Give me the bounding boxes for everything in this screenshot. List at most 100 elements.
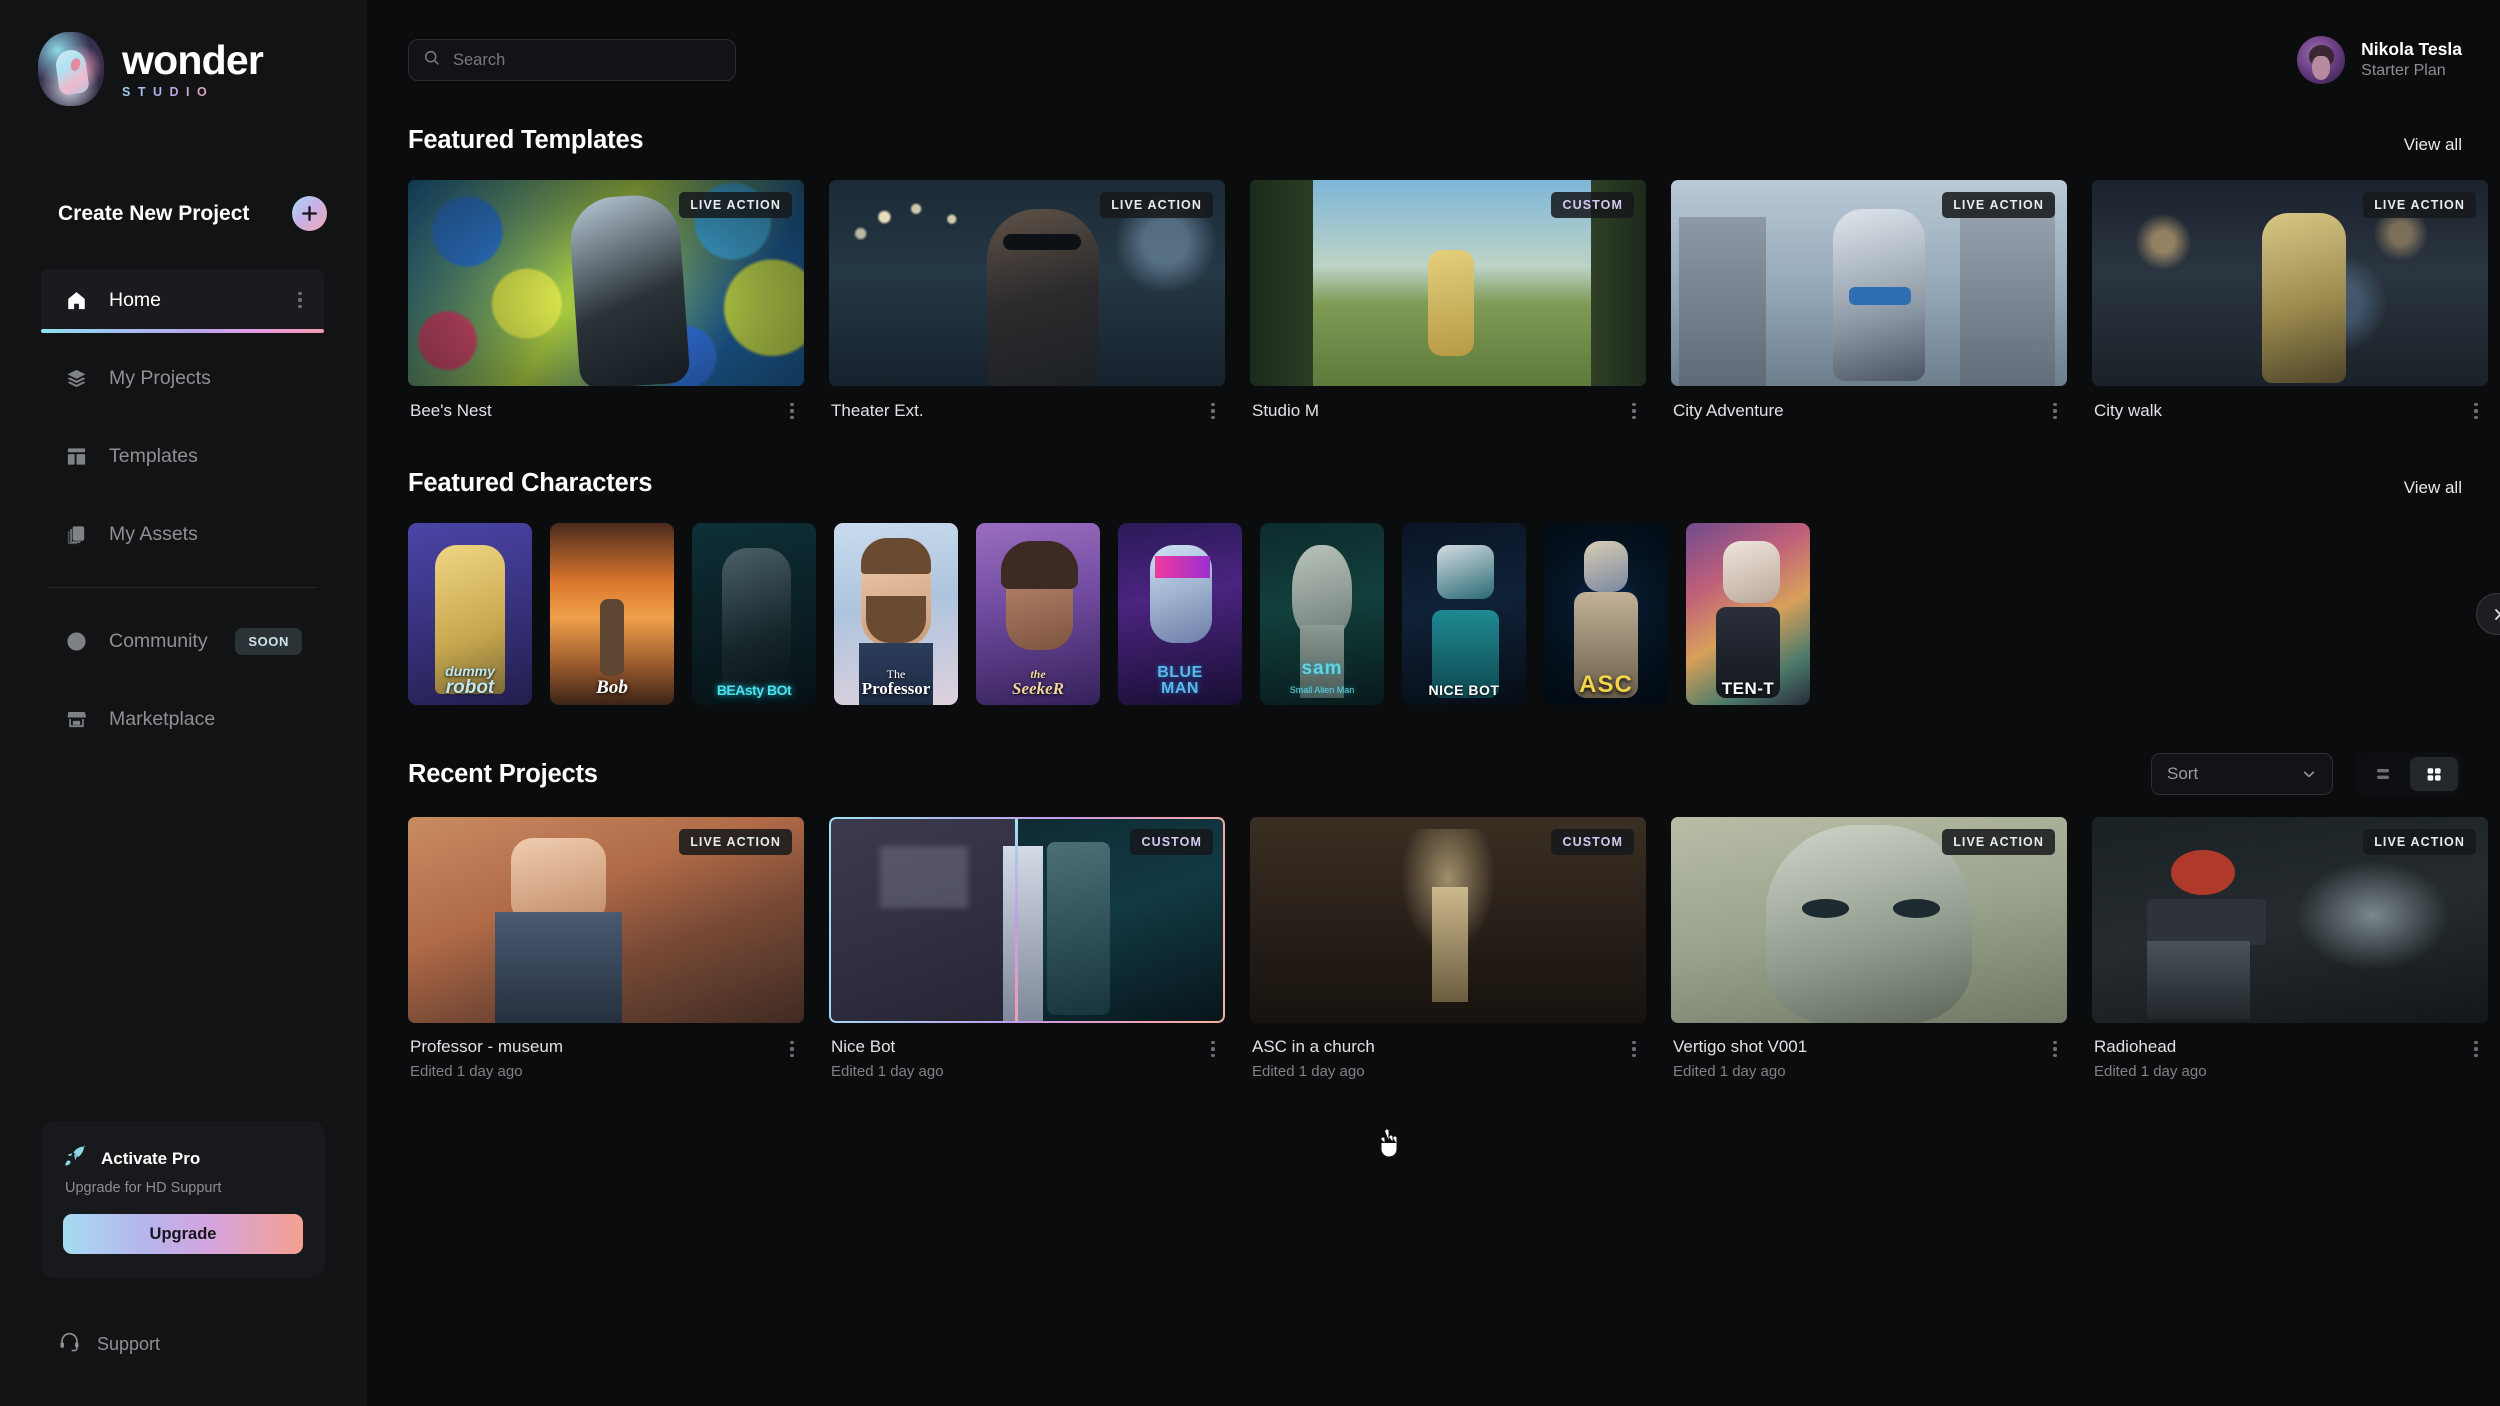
thumbnail-robot (1046, 841, 1111, 1015)
kebab-menu-icon[interactable] (2045, 1037, 2065, 1061)
before-after-divider[interactable] (1015, 817, 1018, 1023)
kebab-menu-icon[interactable] (782, 1037, 802, 1061)
sidebar-item-my-assets[interactable]: My Assets (41, 503, 324, 565)
template-thumbnail[interactable]: LIVE ACTION (1671, 180, 2067, 386)
characters-next-button[interactable] (2476, 593, 2500, 635)
project-thumbnail[interactable]: CUSTOM (829, 817, 1225, 1023)
kebab-menu-icon[interactable] (1624, 399, 1644, 423)
character-subject (1436, 544, 1494, 600)
thumbnail-alien (1766, 825, 1972, 1023)
project-meta: Professor - museum Edited 1 day ago (408, 1023, 804, 1080)
sidebar-item-home-menu[interactable] (290, 288, 310, 312)
project-thumbnail[interactable]: LIVE ACTION (408, 817, 804, 1023)
character-card[interactable]: BEAsty BOt (692, 523, 816, 705)
kebab-menu-icon[interactable] (1203, 399, 1223, 423)
featured-templates-header: Featured Templates View all (408, 126, 2500, 155)
sidebar-item-home[interactable]: Home (41, 269, 324, 333)
user-profile[interactable]: Nikola Tesla Starter Plan (2297, 36, 2462, 84)
upgrade-button[interactable]: Upgrade (63, 1214, 303, 1254)
kebab-menu-icon[interactable] (2466, 399, 2486, 423)
project-subtitle: Edited 1 day ago (410, 1063, 523, 1080)
template-grid-icon (63, 443, 89, 469)
character-card[interactable]: the SeekeR (976, 523, 1100, 705)
character-caption-main: TEN-T (1721, 679, 1775, 698)
kebab-menu-icon[interactable] (1203, 1037, 1223, 1061)
template-card[interactable]: LIVE ACTION City walk (2092, 180, 2488, 423)
character-card[interactable]: sam Small Alien Man (1260, 523, 1384, 705)
template-thumbnail[interactable]: LIVE ACTION (2092, 180, 2488, 386)
project-name: ASC in a church (1252, 1037, 1375, 1056)
project-name: Vertigo shot V001 (1673, 1037, 1808, 1056)
template-thumbnail[interactable]: LIVE ACTION (408, 180, 804, 386)
template-card[interactable]: LIVE ACTION City Adventure (1671, 180, 2067, 423)
character-caption-top: BLUE (1157, 664, 1203, 681)
project-card[interactable]: LIVE ACTION Professor - museum Edited 1 … (408, 817, 804, 1080)
project-card[interactable]: CUSTOM ASC in a church Edited 1 day ago (1250, 817, 1646, 1080)
character-card[interactable]: NICE BOT (1402, 523, 1526, 705)
sidebar-item-marketplace[interactable]: Marketplace (41, 688, 324, 750)
project-badge: LIVE ACTION (679, 829, 792, 855)
featured-templates-section: Featured Templates View all LIVE ACTION … (366, 126, 2500, 423)
sidebar-item-community[interactable]: Community SOON (41, 610, 324, 672)
character-card[interactable]: dummy robot (408, 523, 532, 705)
support-label: Support (97, 1333, 161, 1354)
character-card[interactable]: BLUE MAN (1118, 523, 1242, 705)
template-name: City Adventure (1673, 401, 1784, 420)
character-card[interactable]: The Professor (834, 523, 958, 705)
thumbnail-alien-eye-right (1892, 899, 1941, 918)
sidebar-item-my-projects-label: My Projects (109, 366, 211, 389)
search-input[interactable] (453, 50, 721, 70)
project-subtitle: Edited 1 day ago (1252, 1063, 1365, 1080)
kebab-menu-icon[interactable] (782, 399, 802, 423)
kebab-menu-icon[interactable] (2045, 399, 2065, 423)
brand-logo[interactable]: wonder STUDIO (0, 0, 365, 106)
search-box[interactable] (408, 39, 736, 81)
create-new-project-row[interactable]: Create New Project (58, 196, 327, 231)
featured-characters-view-all[interactable]: View all (2404, 478, 2462, 498)
user-info: Nikola Tesla Starter Plan (2361, 39, 2462, 82)
thumbnail-sunglasses (1003, 233, 1082, 250)
sidebar-item-my-projects[interactable]: My Projects (41, 347, 324, 409)
recent-projects-row: LIVE ACTION Professor - museum Edited 1 … (408, 817, 2500, 1080)
project-card[interactable]: LIVE ACTION Vertigo shot V001 Edited 1 d… (1671, 817, 2067, 1080)
template-card[interactable]: LIVE ACTION Bee's Nest (408, 180, 804, 423)
kebab-menu-icon[interactable] (2466, 1037, 2486, 1061)
grid-view-button[interactable] (2410, 757, 2458, 791)
user-plan: Starter Plan (2361, 61, 2446, 79)
template-thumbnail[interactable]: LIVE ACTION (829, 180, 1225, 386)
project-badge: LIVE ACTION (2363, 829, 2476, 855)
character-caption-main: robot (445, 677, 495, 698)
project-thumbnail[interactable]: CUSTOM (1250, 817, 1646, 1023)
character-beard (866, 595, 926, 644)
character-card[interactable]: Bob (550, 523, 674, 705)
project-thumbnail[interactable]: LIVE ACTION (1671, 817, 2067, 1023)
template-card[interactable]: LIVE ACTION Theater Ext. (829, 180, 1225, 423)
thumbnail-subject-accent (1849, 287, 1912, 306)
template-name: City walk (2094, 401, 2163, 420)
project-name: Nice Bot (831, 1037, 896, 1056)
template-card[interactable]: CUSTOM Studio M (1250, 180, 1646, 423)
sidebar-item-community-label: Community (109, 629, 208, 652)
project-thumbnail[interactable]: LIVE ACTION (2092, 817, 2488, 1023)
character-card[interactable]: TEN-T (1686, 523, 1810, 705)
sort-dropdown[interactable]: Sort (2151, 753, 2333, 795)
top-bar: Nikola Tesla Starter Plan (366, 0, 2500, 84)
activate-pro-header: Activate Pro (63, 1143, 303, 1174)
featured-templates-view-all[interactable]: View all (2404, 135, 2462, 155)
character-caption-main: Small Alien Man (1289, 685, 1355, 695)
create-new-project-button[interactable] (292, 196, 327, 231)
template-thumbnail[interactable]: CUSTOM (1250, 180, 1646, 386)
brand-subword: STUDIO (122, 86, 263, 99)
project-card[interactable]: LIVE ACTION Radiohead Edited 1 day ago (2092, 817, 2488, 1080)
featured-characters-header: Featured Characters View all (408, 469, 2500, 498)
project-card[interactable]: CUSTOM Nice Bot Edited 1 day ago (829, 817, 1225, 1080)
list-view-button[interactable] (2359, 757, 2407, 791)
sidebar-item-templates[interactable]: Templates (41, 425, 324, 487)
kebab-menu-icon[interactable] (1624, 1037, 1644, 1061)
character-caption: TEN-T (1686, 680, 1810, 697)
support-link[interactable]: Support (58, 1330, 160, 1358)
sort-label: Sort (2167, 764, 2199, 783)
character-card[interactable]: ASC (1544, 523, 1668, 705)
project-subtitle: Edited 1 day ago (2094, 1063, 2207, 1080)
